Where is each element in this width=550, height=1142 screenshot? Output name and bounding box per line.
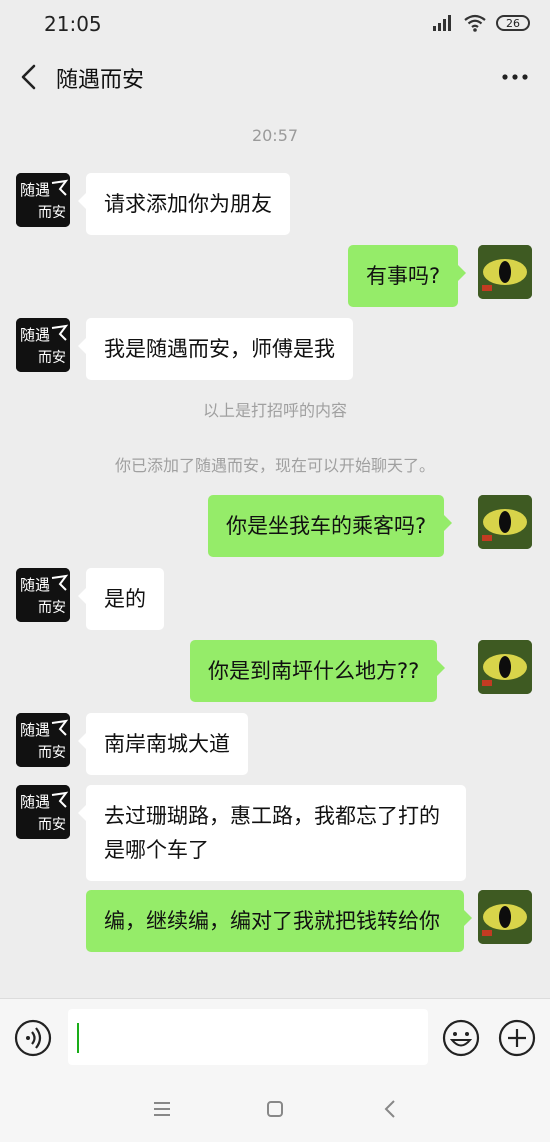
message-bubble-outgoing[interactable]: 你是坐我车的乘客吗? <box>208 495 453 557</box>
avatar-text: 随遇 <box>20 326 50 344</box>
system-note: 你已添加了随遇而安，现在可以开始聊天了。 <box>114 456 435 475</box>
battery-icon: 26 <box>496 15 530 31</box>
chat-timestamp: 20:57 <box>251 126 299 145</box>
system-note: 以上是打招呼的内容 <box>202 401 347 420</box>
my-avatar[interactable] <box>478 640 532 694</box>
message-bubble-incoming[interactable]: 是的 <box>78 568 164 630</box>
avatar-text: 而安 <box>38 205 66 221</box>
avatar-text: 随遇 <box>20 793 50 811</box>
message-input[interactable] <box>68 1009 428 1065</box>
status-bar: 21:05 26 <box>0 0 550 48</box>
avatar-text: 而安 <box>38 745 66 761</box>
avatar-text: 而安 <box>38 350 66 366</box>
back-icon[interactable] <box>16 62 42 92</box>
wifi-icon <box>464 14 486 32</box>
text-cursor <box>77 1023 79 1053</box>
avatar-text: 而安 <box>38 817 66 833</box>
system-nav-bar <box>0 1076 550 1142</box>
voice-icon[interactable] <box>14 1019 52 1057</box>
avatar-text: 随遇 <box>20 181 50 199</box>
emoji-icon[interactable] <box>442 1019 480 1057</box>
avatar-text: 随遇 <box>20 576 50 594</box>
message-bubble-incoming[interactable]: 我是随遇而安，师傅是我 <box>78 318 353 380</box>
my-avatar[interactable] <box>478 890 532 944</box>
back-nav-icon[interactable] <box>382 1099 398 1119</box>
status-time: 21:05 <box>44 12 102 36</box>
message-bubble-incoming[interactable]: 请求添加你为朋友 <box>78 173 290 235</box>
message-bubble-incoming[interactable]: 南岸南城大道 <box>78 713 248 775</box>
add-icon[interactable] <box>498 1019 536 1057</box>
message-bubble-outgoing[interactable]: 有事吗? <box>348 245 467 307</box>
avatar-text: 而安 <box>38 600 66 616</box>
input-bar <box>0 998 550 1077</box>
chat-header: 随遇而安 <box>0 48 550 108</box>
message-bubble-outgoing[interactable]: 编，继续编，编对了我就把钱转给你 <box>86 890 472 952</box>
my-avatar[interactable] <box>478 495 532 549</box>
home-icon[interactable] <box>266 1100 284 1118</box>
chat-title: 随遇而安 <box>56 68 145 93</box>
contact-avatar[interactable]: 随遇 而安 <box>16 785 70 839</box>
message-bubble-outgoing[interactable]: 你是到南坪什么地方?? <box>190 640 446 702</box>
contact-avatar[interactable]: 随遇 而安 <box>16 318 70 372</box>
contact-avatar[interactable]: 随遇 而安 <box>16 713 70 767</box>
avatar-text: 随遇 <box>20 721 50 739</box>
message-bubble-incoming[interactable]: 去过珊瑚路，惠工路，我都忘了打的是哪个车了 <box>78 785 466 881</box>
menu-icon[interactable] <box>152 1100 172 1118</box>
my-avatar[interactable] <box>478 245 532 299</box>
signal-icon <box>433 15 451 31</box>
contact-avatar[interactable]: 随遇 而安 <box>16 568 70 622</box>
more-options-icon[interactable] <box>500 72 530 82</box>
contact-avatar[interactable]: 随遇 而安 <box>16 173 70 227</box>
